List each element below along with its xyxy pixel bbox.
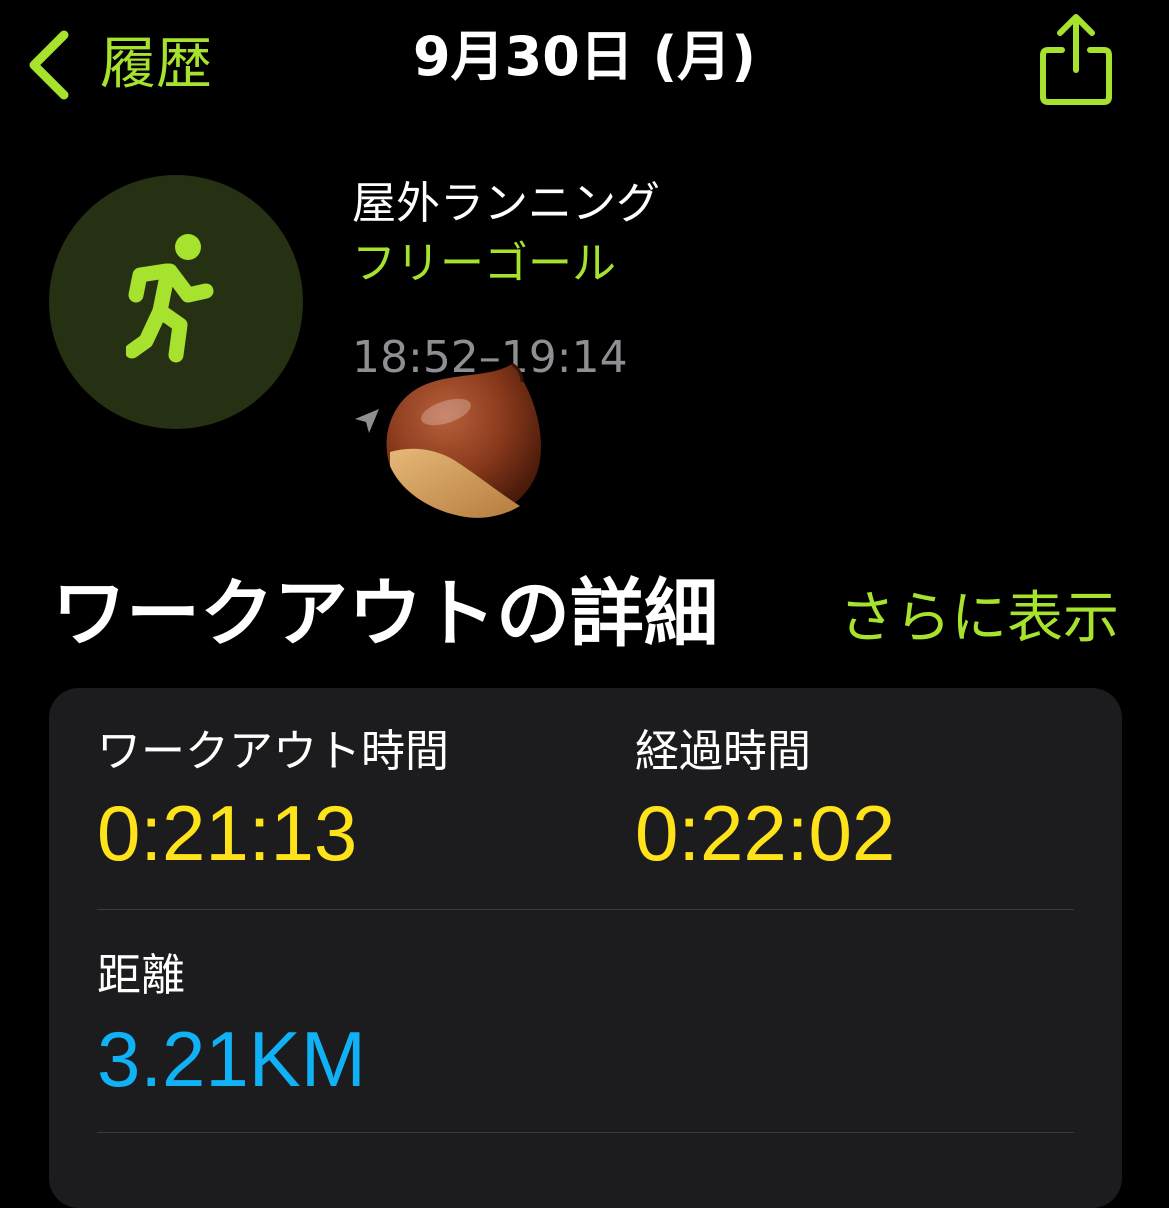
distance-value: 3.21KM <box>97 1015 366 1103</box>
page-title: 9月30日 (月) <box>413 25 756 88</box>
workout-type: 屋外ランニング <box>352 178 660 229</box>
workout-time-value: 0:21:13 <box>97 789 358 877</box>
running-figure-icon <box>126 234 214 363</box>
workout-details-card: ワークアウト時間 0:21:13 経過時間 0:22:02 距離 3.21KM <box>49 688 1122 1208</box>
workout-time-label: ワークアウト時間 <box>97 726 449 777</box>
section-title: ワークアウトの詳細 <box>52 571 718 657</box>
distance-label: 距離 <box>97 950 185 1001</box>
location-arrow-icon <box>355 409 379 433</box>
divider <box>97 1132 1074 1133</box>
elapsed-time-value: 0:22:02 <box>635 789 896 877</box>
show-more-link[interactable]: さらに表示 <box>839 588 1119 650</box>
activity-icon-circle <box>49 175 303 429</box>
chestnut-emoji-icon <box>386 362 541 518</box>
elapsed-time-label: 経過時間 <box>635 726 811 777</box>
workout-goal: フリーゴール <box>352 238 616 289</box>
share-icon[interactable] <box>1036 12 1116 108</box>
divider <box>97 909 1074 910</box>
